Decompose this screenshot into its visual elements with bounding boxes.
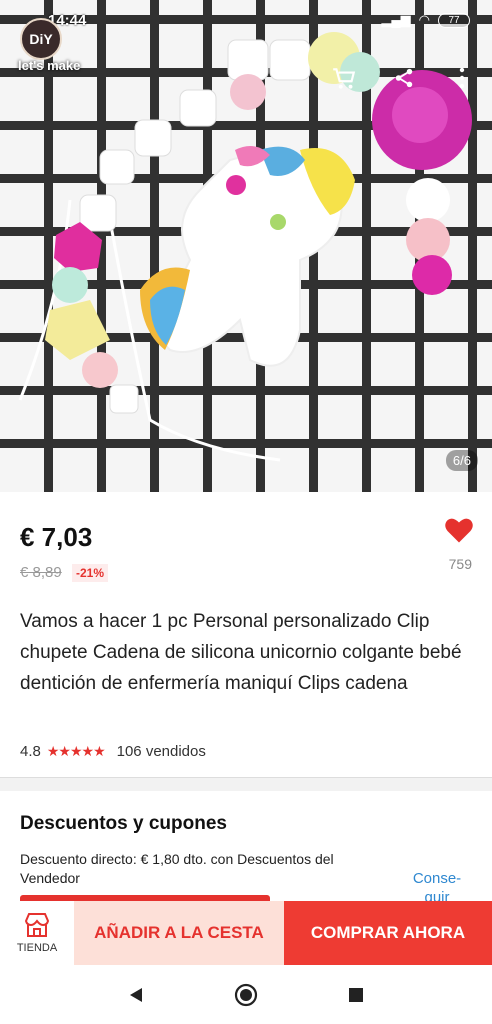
- battery-icon: 77: [438, 12, 470, 28]
- rating-row[interactable]: 4.8 ★★★★★ 106 vendidos: [20, 743, 206, 760]
- cart-icon[interactable]: [328, 62, 360, 94]
- bottom-action-bar: TIENDA AÑADIR A LA CESTA COMPRAR AHORA: [0, 901, 492, 965]
- product-info: € 7,03 € 8,89 -21% 759 Vamos a hacer 1 p…: [0, 492, 492, 777]
- add-to-cart-button[interactable]: AÑADIR A LA CESTA: [74, 901, 284, 965]
- coupons-section: Descuentos y cupones Descuento directo: …: [0, 791, 492, 906]
- wifi-icon: ◠: [418, 12, 430, 27]
- store-logo[interactable]: DiY: [20, 18, 62, 60]
- brand-name: let's make: [18, 58, 81, 73]
- sold-count: 106 vendidos: [116, 743, 206, 760]
- store-button[interactable]: TIENDA: [0, 901, 74, 965]
- product-page: 14:44 ▂▄▆ ◠ 77 DiY let's make 6/6 € 7,03…: [0, 0, 492, 1024]
- coupons-title: Descuentos y cupones: [20, 813, 227, 834]
- recents-icon[interactable]: [341, 980, 371, 1010]
- rating-stars: ★★★★★: [46, 743, 106, 759]
- status-icons: ▂▄▆ ◠ 77: [381, 12, 470, 28]
- image-page-indicator: 6/6: [445, 450, 478, 471]
- product-title: Vamos a hacer 1 pc Personal personalizad…: [20, 611, 462, 694]
- more-options-icon[interactable]: [446, 62, 478, 94]
- rating-value: 4.8: [20, 743, 41, 760]
- store-icon: [24, 913, 50, 937]
- discount-badge: -21%: [72, 564, 109, 582]
- signal-icon: ▂▄▆: [381, 12, 411, 27]
- home-icon[interactable]: [231, 980, 261, 1010]
- original-price: € 8,89: [20, 564, 62, 581]
- share-icon[interactable]: [388, 62, 420, 94]
- store-button-label: TIENDA: [16, 942, 58, 954]
- android-nav-bar: [0, 965, 492, 1024]
- wishlist-heart-icon[interactable]: [444, 516, 474, 546]
- wishlist-count: 759: [448, 556, 472, 572]
- buy-now-button[interactable]: COMPRAR AHORA: [284, 901, 492, 965]
- current-price: € 7,03: [20, 522, 93, 552]
- product-image[interactable]: 14:44 ▂▄▆ ◠ 77 DiY let's make 6/6: [0, 0, 492, 492]
- back-icon[interactable]: [121, 980, 151, 1010]
- section-divider: [0, 777, 492, 791]
- coupon-description: Descuento directo: € 1,80 dto. con Descu…: [20, 851, 334, 886]
- status-bar: 14:44 ▂▄▆ ◠ 77: [0, 0, 492, 40]
